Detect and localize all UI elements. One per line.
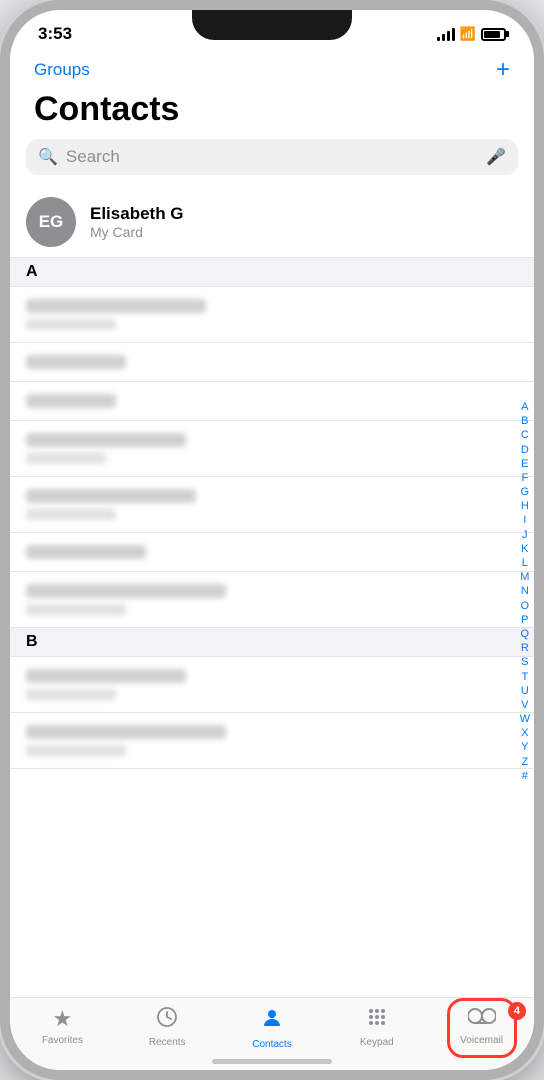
alpha-u[interactable]: U xyxy=(520,685,530,698)
list-item[interactable] xyxy=(10,287,534,343)
section-header-a: A xyxy=(10,258,534,287)
alpha-s[interactable]: S xyxy=(520,656,530,669)
tab-voicemail[interactable]: 4 Voicemail xyxy=(429,1006,534,1050)
voicemail-highlight xyxy=(447,998,517,1058)
alpha-e[interactable]: E xyxy=(520,458,530,471)
microphone-icon[interactable]: 🎤 xyxy=(486,147,506,167)
section-header-b: B xyxy=(10,628,534,657)
alpha-h[interactable]: H xyxy=(520,500,530,513)
alpha-j[interactable]: J xyxy=(520,529,530,542)
alpha-d[interactable]: D xyxy=(520,444,530,457)
list-item[interactable] xyxy=(10,421,534,477)
page-title: Contacts xyxy=(10,86,534,139)
contact-name-blur xyxy=(26,584,226,598)
alpha-f[interactable]: F xyxy=(520,472,530,485)
signal-bars-icon xyxy=(437,28,455,41)
alpha-a[interactable]: A xyxy=(520,401,530,414)
keypad-label: Keypad xyxy=(360,1037,394,1048)
list-item[interactable] xyxy=(10,572,534,628)
list-item[interactable] xyxy=(10,657,534,713)
keypad-icon xyxy=(366,1006,388,1034)
search-container: 🔍 Search 🎤 xyxy=(10,139,534,187)
tab-recents[interactable]: Recents xyxy=(115,1006,220,1050)
list-item[interactable] xyxy=(10,477,534,533)
alpha-i[interactable]: I xyxy=(520,514,530,527)
my-card-row[interactable]: EG Elisabeth G My Card xyxy=(10,187,534,258)
my-card-info: Elisabeth G My Card xyxy=(90,204,184,240)
contact-name-blur xyxy=(26,669,186,683)
alpha-l[interactable]: L xyxy=(520,557,530,570)
alpha-x[interactable]: X xyxy=(520,727,530,740)
status-icons: 📶 xyxy=(437,26,506,42)
contact-name-blur xyxy=(26,545,146,559)
alpha-n[interactable]: N xyxy=(520,585,530,598)
tab-keypad[interactable]: Keypad xyxy=(324,1006,429,1050)
groups-button[interactable]: Groups xyxy=(34,60,90,80)
contact-name-blur xyxy=(26,433,186,447)
home-indicator xyxy=(212,1059,332,1064)
contact-name-blur xyxy=(26,489,196,503)
contact-detail-blur xyxy=(26,689,116,700)
wifi-icon: 📶 xyxy=(460,26,476,42)
contacts-label: Contacts xyxy=(252,1039,291,1050)
contact-name-blur xyxy=(26,299,206,313)
notch xyxy=(192,10,352,40)
contact-name-blur xyxy=(26,355,126,369)
contacts-icon xyxy=(260,1006,284,1036)
status-time: 3:53 xyxy=(38,24,72,44)
alpha-q[interactable]: Q xyxy=(520,628,530,641)
list-item[interactable] xyxy=(10,343,534,382)
tab-favorites[interactable]: ★ Favorites xyxy=(10,1006,115,1050)
alpha-v[interactable]: V xyxy=(520,699,530,712)
contact-detail-blur xyxy=(26,509,116,520)
contact-detail-blur xyxy=(26,604,126,615)
alpha-w[interactable]: W xyxy=(520,713,530,726)
alpha-r[interactable]: R xyxy=(520,642,530,655)
list-item[interactable] xyxy=(10,713,534,769)
favorites-icon: ★ xyxy=(53,1006,73,1032)
alpha-t[interactable]: T xyxy=(520,671,530,684)
alpha-b[interactable]: B xyxy=(520,415,530,428)
avatar: EG xyxy=(26,197,76,247)
voicemail-badge: 4 xyxy=(508,1002,526,1020)
nav-bar: Groups + xyxy=(10,52,534,86)
alpha-p[interactable]: P xyxy=(520,614,530,627)
recents-icon xyxy=(156,1006,178,1034)
alpha-k[interactable]: K xyxy=(520,543,530,556)
search-bar[interactable]: 🔍 Search 🎤 xyxy=(26,139,518,175)
contact-name-blur xyxy=(26,394,116,408)
add-contact-button[interactable]: + xyxy=(496,58,510,82)
contact-name-blur xyxy=(26,725,226,739)
alpha-m[interactable]: M xyxy=(520,571,530,584)
search-icon: 🔍 xyxy=(38,147,58,167)
my-card-subtitle: My Card xyxy=(90,224,184,240)
list-item[interactable] xyxy=(10,382,534,421)
contacts-list: EG Elisabeth G My Card A xyxy=(10,187,534,997)
alpha-y[interactable]: Y xyxy=(520,741,530,754)
screen: 3:53 📶 Groups + Contacts xyxy=(10,10,534,1070)
tab-contacts[interactable]: Contacts xyxy=(220,1006,325,1050)
contact-detail-blur xyxy=(26,453,106,464)
alpha-g[interactable]: G xyxy=(520,486,530,499)
my-card-name: Elisabeth G xyxy=(90,204,184,224)
phone-frame: 3:53 📶 Groups + Contacts xyxy=(0,0,544,1080)
alpha-hash[interactable]: # xyxy=(520,770,530,783)
search-input[interactable]: Search xyxy=(66,147,478,167)
battery-icon xyxy=(481,28,506,41)
recents-label: Recents xyxy=(149,1037,186,1048)
alpha-c[interactable]: C xyxy=(520,429,530,442)
contact-detail-blur xyxy=(26,745,126,756)
favorites-label: Favorites xyxy=(42,1035,83,1046)
alpha-z[interactable]: Z xyxy=(520,756,530,769)
contact-detail-blur xyxy=(26,319,116,330)
alphabet-index[interactable]: A B C D E F G H I J K L M N O P Q R S T xyxy=(516,187,534,997)
list-item[interactable] xyxy=(10,533,534,572)
alpha-o[interactable]: O xyxy=(520,600,530,613)
